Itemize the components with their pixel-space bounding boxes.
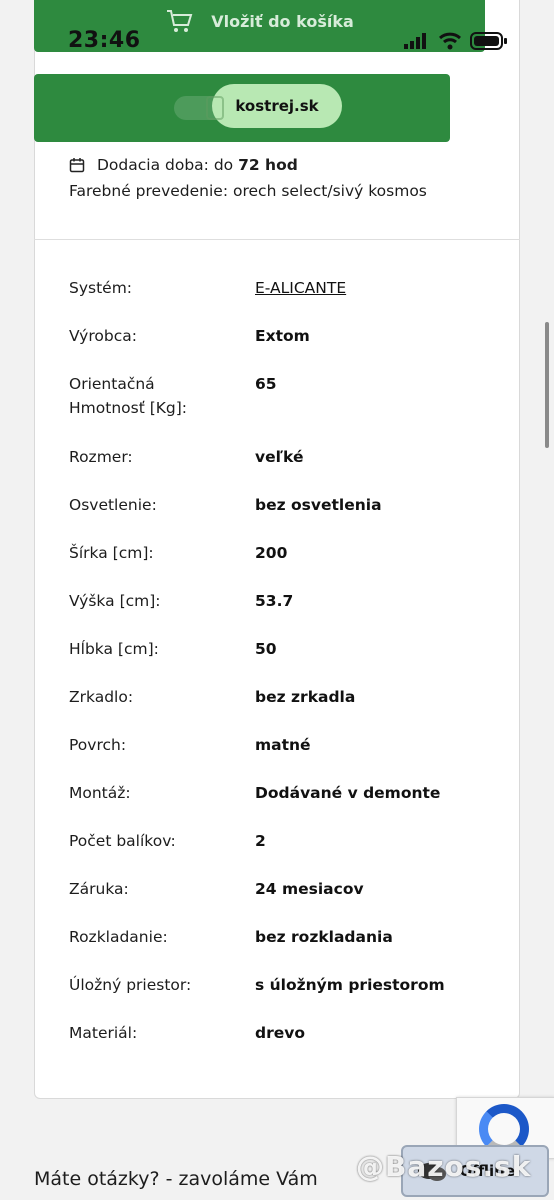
spec-value: veľké <box>255 448 304 466</box>
spec-label: Orientačná Hmotnosť [Kg]: <box>69 375 188 417</box>
url-domain: kostrej.sk <box>235 97 319 115</box>
spec-label: Povrch: <box>69 736 127 754</box>
spec-value: bez osvetlenia <box>255 496 382 514</box>
cart-icon <box>165 8 193 34</box>
spec-label: Počet balíkov: <box>69 832 176 850</box>
spec-value: 53.7 <box>255 592 294 610</box>
spec-label: Materiál: <box>69 1024 138 1042</box>
spec-label: Šírka [cm]: <box>69 544 154 562</box>
spec-label: Systém: <box>69 279 133 297</box>
spec-value: 65 <box>255 375 277 393</box>
spec-value: matné <box>255 736 311 754</box>
lock-icon <box>206 96 224 120</box>
spec-value: 2 <box>255 832 266 850</box>
spec-label: Úložný priestor: <box>69 976 192 994</box>
spec-value: 50 <box>255 640 277 658</box>
url-pill[interactable]: kostrej.sk <box>206 84 342 128</box>
divider <box>34 239 520 240</box>
spec-label: Osvetlenie: <box>69 496 157 514</box>
spec-value-link[interactable]: E-ALICANTE <box>255 276 515 300</box>
contact-question: Máte otázky? - zavoláme Vám <box>34 1168 318 1190</box>
delivery-value: 72 hod <box>238 156 298 174</box>
calendar-icon <box>69 157 85 173</box>
add-to-cart-button[interactable]: Vložiť do košíka <box>34 0 485 52</box>
spec-label: Rozmer: <box>69 448 133 466</box>
spec-value: 200 <box>255 544 288 562</box>
spec-label: Hĺbka [cm]: <box>69 640 159 658</box>
spec-label: Výrobca: <box>69 327 137 345</box>
spec-value: bez zrkadla <box>255 688 356 706</box>
spec-value: 24 mesiacov <box>255 880 364 898</box>
delivery-label: Dodacia doba: do <box>97 156 239 174</box>
scrollbar[interactable] <box>545 322 549 448</box>
add-to-cart-label: Vložiť do košíka <box>211 11 354 31</box>
spec-label: Montáž: <box>69 784 131 802</box>
spec-value: Dodávané v demonte <box>255 784 441 802</box>
spec-label: Záruka: <box>69 880 129 898</box>
color-variant-text: Farebné prevedenie: orech select/sivý ko… <box>69 182 427 200</box>
spec-label: Zrkadlo: <box>69 688 134 706</box>
watermark-logo: @Bazos.sk <box>356 1150 532 1183</box>
spec-value: s úložným priestorom <box>255 976 445 994</box>
spec-value: Extom <box>255 327 310 345</box>
spec-value: drevo <box>255 1024 306 1042</box>
spec-label: Výška [cm]: <box>69 592 161 610</box>
spec-value: bez rozkladania <box>255 928 393 946</box>
spec-label: Rozkladanie: <box>69 928 168 946</box>
delivery-info: Dodacia doba: do 72 hod <box>69 156 298 174</box>
